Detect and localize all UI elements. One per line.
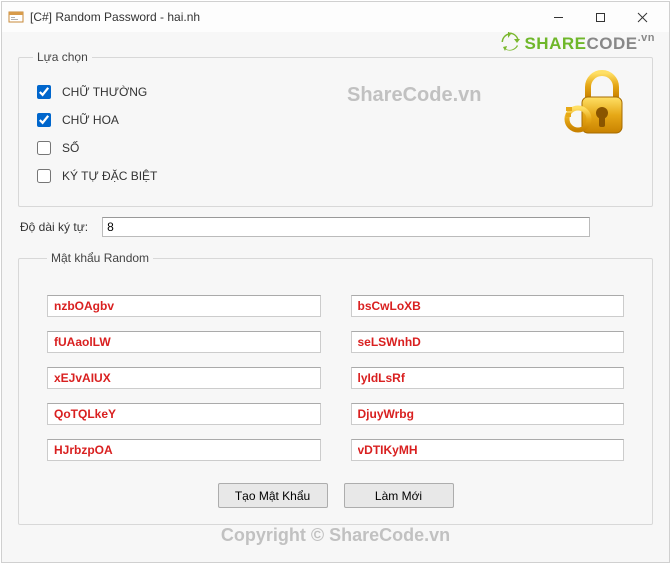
password-output[interactable] (351, 439, 625, 461)
options-group: Lựa chọn CHỮ THƯỜNG CHỮ HOA SỐ KÝ TỰ ĐẶC… (18, 50, 653, 207)
option-label: CHỮ HOA (62, 113, 119, 127)
checkbox-digits[interactable] (37, 141, 51, 155)
titlebar: [C#] Random Password - hai.nh (2, 2, 669, 32)
brand-vn: .vn (638, 32, 655, 44)
password-output[interactable] (47, 367, 321, 389)
reset-button[interactable]: Làm Mới (344, 483, 454, 508)
option-special[interactable]: KÝ TỰ ĐẶC BIỆT (33, 166, 638, 186)
password-output[interactable] (351, 367, 625, 389)
window-frame: [C#] Random Password - hai.nh SHARECODE.… (1, 1, 670, 563)
option-label: CHỮ THƯỜNG (62, 85, 147, 99)
password-output[interactable] (47, 331, 321, 353)
window-controls (537, 3, 663, 31)
length-input[interactable] (102, 217, 590, 237)
close-button[interactable] (621, 3, 663, 31)
results-legend: Mật khẩu Random (47, 251, 153, 265)
option-label: KÝ TỰ ĐẶC BIỆT (62, 169, 157, 183)
maximize-button[interactable] (579, 3, 621, 31)
brand-code: CODE (586, 34, 637, 53)
brand-logo: SHARECODE.vn (500, 32, 655, 57)
minimize-button[interactable] (537, 3, 579, 31)
options-legend: Lựa chọn (33, 50, 92, 64)
password-output[interactable] (351, 403, 625, 425)
checkbox-uppercase[interactable] (37, 113, 51, 127)
app-icon (8, 9, 24, 25)
password-output[interactable] (351, 331, 625, 353)
password-output[interactable] (47, 439, 321, 461)
window-title: [C#] Random Password - hai.nh (30, 10, 537, 24)
length-row: Độ dài ký tự: (20, 217, 651, 237)
generate-button[interactable]: Tạo Mật Khẩu (218, 483, 328, 508)
option-uppercase[interactable]: CHỮ HOA (33, 110, 638, 130)
results-group: Mật khẩu Random Tạo Mật Khẩu Làm Mới (18, 251, 653, 525)
option-digits[interactable]: SỐ (33, 138, 638, 158)
recycle-icon (500, 32, 520, 57)
checkbox-special[interactable] (37, 169, 51, 183)
results-grid (47, 295, 624, 461)
brand-share: SHARE (524, 34, 586, 53)
lock-image (559, 68, 639, 148)
option-lowercase[interactable]: CHỮ THƯỜNG (33, 82, 638, 102)
option-label: SỐ (62, 141, 79, 155)
password-output[interactable] (47, 295, 321, 317)
length-label: Độ dài ký tự: (20, 220, 88, 234)
password-output[interactable] (47, 403, 321, 425)
password-output[interactable] (351, 295, 625, 317)
checkbox-lowercase[interactable] (37, 85, 51, 99)
button-row: Tạo Mật Khẩu Làm Mới (47, 483, 624, 508)
